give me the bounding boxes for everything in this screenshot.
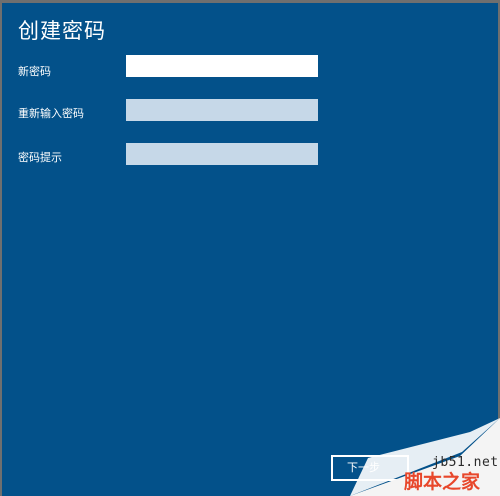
page-title: 创建密码: [18, 19, 106, 43]
confirm-password-input[interactable]: [126, 99, 318, 121]
password-hint-label: 密码提示: [18, 151, 62, 164]
new-password-input[interactable]: [126, 55, 318, 77]
confirm-password-label: 重新输入密码: [18, 107, 84, 120]
watermark-site-text: jb51.net: [432, 455, 499, 470]
new-password-label: 新密码: [18, 65, 51, 78]
watermark-brand-text: 脚本之家: [404, 471, 481, 493]
password-hint-input[interactable]: [126, 143, 318, 165]
